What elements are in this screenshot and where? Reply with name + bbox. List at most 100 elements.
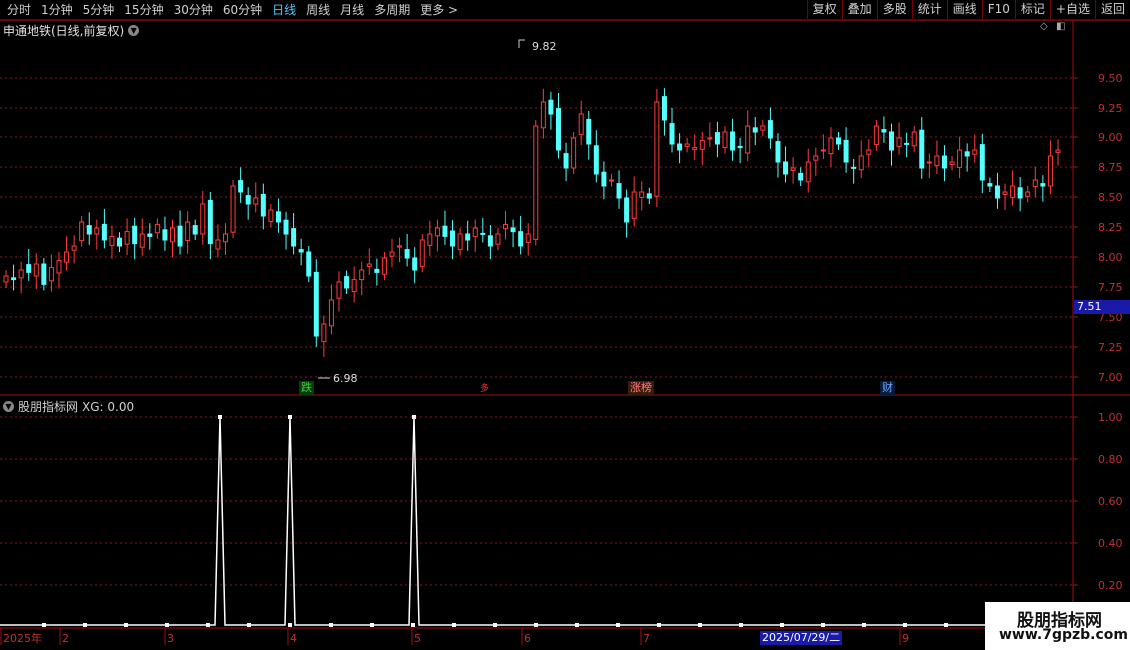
candle-body bbox=[48, 267, 54, 282]
candle-body bbox=[593, 145, 599, 175]
tag-die-label: 跌 bbox=[301, 381, 312, 394]
candle-body bbox=[957, 149, 963, 168]
candle-body bbox=[185, 221, 191, 242]
candle-body bbox=[730, 131, 736, 151]
candle-body bbox=[503, 223, 509, 230]
tag-duo[interactable]: 多 bbox=[478, 381, 491, 396]
chevron-down-icon[interactable]: ▼ bbox=[3, 401, 14, 412]
candle-body bbox=[215, 239, 221, 250]
tag-die[interactable]: 跌 bbox=[299, 381, 314, 395]
candle-body bbox=[926, 161, 932, 164]
candle-body bbox=[571, 137, 577, 169]
candle-body bbox=[836, 137, 842, 145]
xg-point bbox=[903, 623, 907, 627]
price-tick-label: 9.25 bbox=[1098, 102, 1123, 115]
xg-point bbox=[370, 623, 374, 627]
chevron-down-icon[interactable]: ▼ bbox=[128, 25, 140, 36]
indicator-title[interactable]: ▼ 股朋指标网 XG: 0.00 bbox=[3, 398, 134, 415]
price-tick-label: 8.25 bbox=[1098, 221, 1123, 234]
candle-body bbox=[306, 251, 312, 277]
candle-body bbox=[472, 227, 478, 237]
date-label: 2025年 bbox=[3, 631, 42, 645]
indicator-value: XG: 0.00 bbox=[82, 399, 135, 414]
watermark-url: www.7gpzb.com bbox=[999, 627, 1129, 643]
candle-body bbox=[412, 257, 418, 271]
candle-body bbox=[465, 233, 471, 241]
candle-body bbox=[245, 195, 251, 205]
date-label: 3 bbox=[167, 632, 174, 645]
candle-body bbox=[949, 161, 955, 165]
indicator-tick-label: 0.40 bbox=[1098, 537, 1123, 550]
candle-body bbox=[987, 183, 993, 187]
candle-body bbox=[843, 139, 849, 163]
candle-body bbox=[639, 191, 645, 198]
date-label: 5 bbox=[414, 632, 421, 645]
candle-body bbox=[351, 279, 357, 293]
candle-body bbox=[851, 166, 857, 169]
date-label: 6 bbox=[524, 632, 531, 645]
candle-body bbox=[866, 149, 872, 155]
price-tick-label: 7.25 bbox=[1098, 341, 1123, 354]
candle-body bbox=[934, 155, 940, 167]
candle-body bbox=[669, 123, 675, 145]
date-label: 7 bbox=[643, 632, 650, 645]
candle-body bbox=[298, 249, 304, 253]
tag-zhangbang[interactable]: 涨榜 bbox=[628, 381, 654, 395]
high-marker bbox=[518, 39, 525, 48]
candle-body bbox=[79, 221, 85, 242]
chart-corner-icons: ◇ ◧ bbox=[1040, 22, 1066, 32]
candle-body bbox=[586, 118, 592, 145]
candle-body bbox=[798, 172, 804, 181]
price-tick-label: 9.00 bbox=[1098, 131, 1123, 144]
candle-body bbox=[608, 179, 614, 182]
candle-body bbox=[1040, 183, 1046, 187]
candle-body bbox=[631, 191, 637, 219]
tag-cai-label: 财 bbox=[882, 381, 893, 394]
high-label: 9.82 bbox=[532, 40, 557, 53]
candle-body bbox=[1017, 187, 1023, 199]
candle-body bbox=[268, 209, 274, 222]
candle-body bbox=[941, 155, 947, 169]
candle-body bbox=[260, 193, 266, 217]
candle-body bbox=[291, 228, 297, 247]
candle-body bbox=[548, 99, 554, 115]
candle-body bbox=[359, 269, 365, 281]
candle-body bbox=[313, 271, 319, 337]
candle-body bbox=[979, 144, 985, 181]
xg-point bbox=[575, 623, 579, 627]
candle-body bbox=[813, 155, 819, 161]
xg-point bbox=[452, 623, 456, 627]
xg-point bbox=[42, 623, 46, 627]
candle-body bbox=[18, 269, 24, 279]
candle-body bbox=[450, 230, 456, 247]
candle-body bbox=[94, 227, 100, 235]
candle-body bbox=[601, 171, 607, 187]
candle-body bbox=[964, 151, 970, 157]
xg-point bbox=[247, 623, 251, 627]
xg-peak bbox=[218, 415, 222, 419]
candle-body bbox=[170, 227, 176, 243]
xg-point bbox=[124, 623, 128, 627]
kline-chart[interactable]: 9.509.259.008.758.508.258.007.757.507.25… bbox=[0, 0, 1130, 650]
candle-body bbox=[1032, 179, 1038, 188]
indicator-tick-label: 0.80 bbox=[1098, 453, 1123, 466]
candle-body bbox=[26, 264, 32, 273]
cursor-date: 2025/07/29/二 bbox=[760, 631, 843, 645]
panel-toggle-icon[interactable]: ◧ bbox=[1056, 22, 1066, 32]
xg-point bbox=[821, 623, 825, 627]
diamond-icon[interactable]: ◇ bbox=[1040, 22, 1050, 32]
candle-body bbox=[904, 142, 910, 145]
candle-body bbox=[775, 141, 781, 163]
candle-body bbox=[1055, 149, 1061, 153]
stock-title[interactable]: 申通地铁(日线,前复权) ▼ bbox=[3, 22, 140, 39]
candle-body bbox=[820, 149, 826, 152]
xg-point bbox=[493, 623, 497, 627]
candle-body bbox=[760, 125, 766, 131]
candle-body bbox=[1002, 191, 1008, 195]
candle-body bbox=[11, 277, 17, 281]
indicator-tick-label: 0.60 bbox=[1098, 495, 1123, 508]
candle-body bbox=[533, 125, 539, 240]
xg-peak bbox=[288, 415, 292, 419]
candle-body bbox=[487, 235, 493, 247]
tag-cai[interactable]: 财 bbox=[880, 381, 895, 395]
